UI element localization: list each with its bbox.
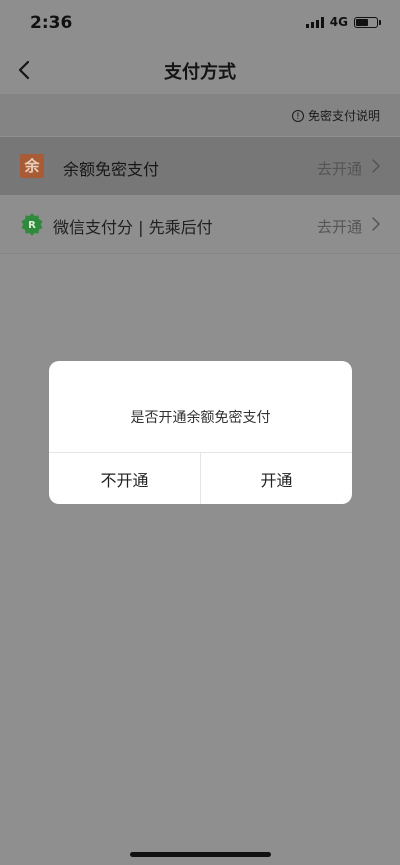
- help-link-label: 免密支付说明: [307, 109, 380, 123]
- dialog-message: 是否开通余额免密支付: [130, 410, 271, 426]
- status-bar: 2:36 4G: [0, 0, 400, 46]
- chevron-right-icon: [372, 159, 380, 173]
- nav-bar: 支付方式: [0, 46, 400, 94]
- network-type: 4G: [329, 15, 348, 29]
- payment-method-balance[interactable]: 余 余额免密支付 去开通: [0, 137, 400, 195]
- payment-method-label: 微信支付分 | 先乘后付: [53, 218, 213, 237]
- confirm-dialog: 是否开通余额免密支付 不开通 开通: [49, 361, 352, 504]
- cancel-button[interactable]: 不开通: [49, 453, 200, 504]
- info-strip: ! 免密支付说明: [0, 94, 400, 136]
- status-indicators: 4G: [305, 15, 381, 29]
- payment-method-label: 余额免密支付: [63, 160, 160, 179]
- password-free-help-link[interactable]: ! 免密支付说明: [291, 107, 380, 124]
- activate-link[interactable]: 去开通: [317, 158, 362, 179]
- chevron-right-icon: [372, 217, 380, 231]
- battery-icon: [354, 16, 381, 28]
- home-indicator[interactable]: [130, 852, 271, 857]
- payment-method-wechat-score[interactable]: R 微信支付分 | 先乘后付 去开通: [0, 195, 400, 254]
- signal-icon: [305, 16, 324, 28]
- info-circle-icon: !: [291, 109, 304, 122]
- page-title: 支付方式: [164, 62, 236, 83]
- wechat-pay-score-icon: R: [21, 213, 43, 236]
- activate-link[interactable]: 去开通: [317, 216, 362, 237]
- status-time: 2:36: [30, 13, 73, 33]
- svg-text:R: R: [28, 220, 36, 231]
- confirm-button[interactable]: 开通: [201, 453, 352, 504]
- balance-icon: 余: [20, 154, 44, 178]
